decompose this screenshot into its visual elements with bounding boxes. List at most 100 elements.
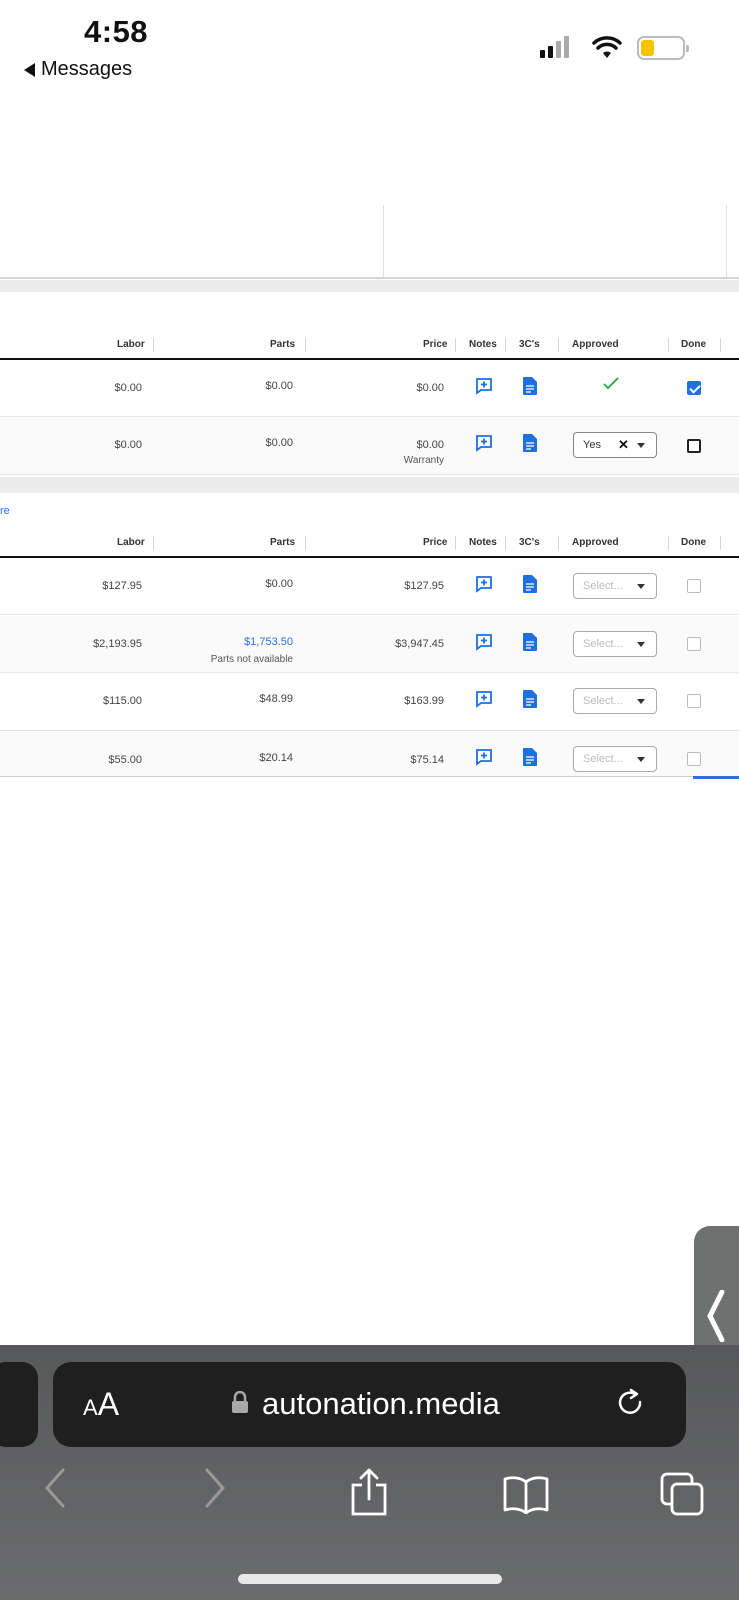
col-parts: Parts [270,339,296,350]
parts-status: Parts not available [210,654,293,665]
done-checkbox[interactable] [687,637,701,651]
labor-value: $55.00 [108,754,142,766]
table-row: $2,193.95 $1,753.50 Parts not available … [0,616,739,673]
signal-icon [540,36,569,58]
address-bar[interactable]: AA autonation.media [53,1362,686,1447]
price-value: $75.14 [410,754,444,766]
document-icon[interactable] [523,633,537,651]
caret-down-icon [637,584,645,589]
approved-select[interactable]: Select... [573,688,657,714]
parts-value: $0.00 [265,380,293,392]
home-indicator [238,1574,502,1584]
add-note-icon[interactable] [475,633,493,651]
col-3cs: 3C's [519,339,540,350]
labor-value: $115.00 [103,695,142,707]
price-value: $0.00 [416,439,444,451]
approved-select[interactable]: Select... [573,746,657,772]
document-icon[interactable] [523,377,537,395]
labor-value: $127.95 [102,580,142,592]
parts-value: $0.00 [265,437,293,449]
forward-chevron-icon[interactable] [204,1468,226,1508]
col-done: Done [681,339,706,350]
table-row: $115.00 $48.99 $163.99 Select... [0,674,739,731]
select-placeholder: Select... [583,753,623,765]
back-chevron-icon[interactable] [44,1468,66,1508]
table2-header: Labor Parts Price Notes 3C's Approved Do… [0,528,739,558]
top-panel [0,205,739,279]
caret-down-icon [637,757,645,762]
col-labor: Labor [117,537,145,548]
col-approved: Approved [572,339,619,350]
wifi-icon [592,36,622,58]
parts-value-link[interactable]: $1,753.50 [244,636,293,648]
url-domain: autonation.media [262,1386,500,1421]
back-label: Messages [41,58,133,80]
add-note-icon[interactable] [475,377,493,395]
document-icon[interactable] [523,690,537,708]
caret-down-icon [637,443,645,448]
caret-down-icon [637,642,645,647]
lock-icon [232,1391,248,1413]
select-placeholder: Select... [583,695,623,707]
table-row: $55.00 $20.14 $75.14 Select... [0,732,739,777]
approved-select[interactable]: Yes ✕ [573,432,657,458]
labor-value: $2,193.95 [93,638,142,650]
chevron-left-icon [707,1290,725,1342]
col-notes: Notes [469,537,497,548]
table-bottom-border [0,776,739,777]
done-checkbox[interactable] [687,439,701,453]
done-checkbox[interactable] [687,752,701,766]
col-notes: Notes [469,339,497,350]
labor-value: $0.00 [114,439,142,451]
section-divider [0,477,739,493]
add-note-icon[interactable] [475,748,493,766]
document-icon[interactable] [523,748,537,766]
price-value: $127.95 [404,580,444,592]
back-triangle-icon [24,62,35,77]
add-note-icon[interactable] [475,575,493,593]
document-icon[interactable] [523,575,537,593]
table-row: $127.95 $0.00 $127.95 Select... [0,558,739,615]
add-note-icon[interactable] [475,434,493,452]
link-fragment[interactable]: re [0,505,10,517]
parts-value: $48.99 [259,693,293,705]
select-placeholder: Select... [583,580,623,592]
reload-icon[interactable] [616,1388,646,1420]
table1-header: Labor Parts Price Notes 3C's Approved Do… [0,330,739,360]
col-3cs: 3C's [519,537,540,548]
col-done: Done [681,537,706,548]
caret-down-icon [637,699,645,704]
col-price: Price [423,339,448,350]
table-row: $0.00 $0.00 $0.00 [0,360,739,417]
price-value: $0.00 [416,382,444,394]
price-value: $3,947.45 [395,638,444,650]
bookmarks-icon[interactable] [503,1474,549,1514]
back-to-messages-link[interactable]: Messages [24,58,132,81]
approved-select[interactable]: Select... [573,573,657,599]
tabs-icon[interactable] [660,1472,704,1516]
share-icon[interactable] [349,1468,389,1516]
col-price: Price [423,537,448,548]
document-icon[interactable] [523,434,537,452]
warranty-label: Warranty [403,455,444,466]
price-value: $163.99 [404,695,444,707]
done-checkbox[interactable] [687,579,701,593]
labor-value: $0.00 [114,382,142,394]
add-note-icon[interactable] [475,690,493,708]
approved-value: Yes [583,439,601,451]
col-approved: Approved [572,537,619,548]
clear-icon[interactable]: ✕ [618,437,629,453]
col-labor: Labor [117,339,145,350]
adjacent-tab[interactable] [0,1362,38,1447]
section-divider [0,280,739,292]
approved-select[interactable]: Select... [573,631,657,657]
text-size-button[interactable]: AA [83,1386,119,1423]
col-parts: Parts [270,537,296,548]
table-row: $0.00 $0.00 $0.00 Warranty Yes ✕ [0,418,739,475]
select-placeholder: Select... [583,638,623,650]
scroll-indicator [693,776,739,779]
approved-checkmark-icon [603,377,619,390]
done-checkbox[interactable] [687,694,701,708]
battery-icon [637,36,689,60]
done-checkbox[interactable] [687,381,701,395]
